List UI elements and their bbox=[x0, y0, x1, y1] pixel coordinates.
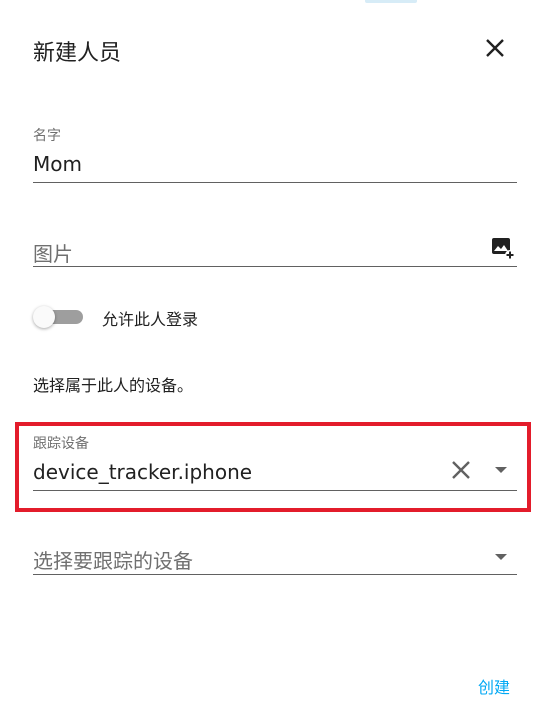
add-photo-icon[interactable] bbox=[491, 236, 515, 260]
dropdown-arrow-icon[interactable] bbox=[489, 458, 513, 482]
add-device-placeholder: 选择要跟踪的设备 bbox=[33, 549, 193, 573]
close-button[interactable] bbox=[478, 31, 512, 65]
toggle-thumb bbox=[33, 306, 55, 328]
allow-login-label: 允许此人登录 bbox=[102, 310, 199, 329]
devices-description: 选择属于此人的设备。 bbox=[33, 376, 194, 395]
name-field[interactable]: 名字 Mom bbox=[33, 122, 517, 183]
picture-field[interactable]: 图片 bbox=[33, 232, 517, 267]
name-field-label: 名字 bbox=[33, 128, 61, 144]
close-icon bbox=[486, 39, 504, 57]
new-person-dialog: 新建人员 名字 Mom 图片 允许此人登录 选择属于此人的设备。 跟踪设备 de… bbox=[0, 0, 551, 718]
dialog-title: 新建人员 bbox=[33, 41, 122, 66]
clear-icon[interactable] bbox=[449, 458, 473, 482]
allow-login-toggle[interactable] bbox=[33, 305, 85, 329]
name-field-value[interactable]: Mom bbox=[33, 152, 82, 176]
tracked-device-value[interactable]: device_tracker.iphone bbox=[33, 460, 252, 484]
tracked-device-field[interactable]: 跟踪设备 device_tracker.iphone bbox=[33, 430, 517, 491]
tracked-device-label: 跟踪设备 bbox=[33, 436, 89, 452]
add-device-select[interactable]: 选择要跟踪的设备 bbox=[33, 540, 517, 575]
dropdown-arrow-icon[interactable] bbox=[489, 545, 513, 569]
create-button[interactable]: 创建 bbox=[466, 674, 522, 698]
picture-field-placeholder: 图片 bbox=[33, 242, 73, 266]
